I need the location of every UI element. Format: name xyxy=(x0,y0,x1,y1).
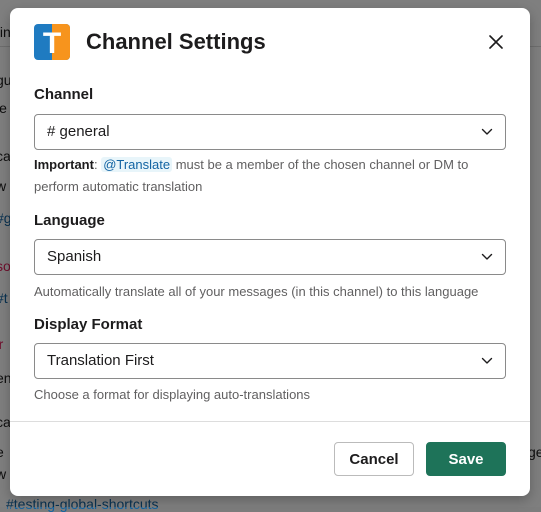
display-format-hint: Choose a format for displaying auto-tran… xyxy=(34,387,311,402)
language-hint: Automatically translate all of your mess… xyxy=(34,284,479,299)
modal-header: T Channel Settings xyxy=(10,8,530,76)
chevron-down-icon xyxy=(481,253,493,260)
close-icon xyxy=(489,35,503,49)
footer-divider xyxy=(10,421,530,422)
language-select[interactable]: Spanish xyxy=(34,239,506,275)
display-format-select[interactable]: Translation First xyxy=(34,343,506,379)
save-button[interactable]: Save xyxy=(426,442,506,476)
cancel-button[interactable]: Cancel xyxy=(334,442,414,476)
logo-letter: T xyxy=(43,27,61,60)
close-button[interactable] xyxy=(482,28,510,56)
channel-settings-modal: T Channel Settings Channel # general Imp… xyxy=(10,8,530,496)
display-format-label: Display Format xyxy=(34,316,143,333)
language-select-value: Spanish xyxy=(47,248,102,265)
channel-hint: Important: @Translate must be a member o… xyxy=(34,154,506,198)
modal-title: Channel Settings xyxy=(86,29,266,54)
chevron-down-icon xyxy=(481,128,493,135)
chevron-down-icon xyxy=(481,357,493,364)
language-label: Language xyxy=(34,212,105,229)
display-format-select-value: Translation First xyxy=(47,352,154,369)
translate-mention[interactable]: @Translate xyxy=(101,157,173,172)
channel-select-value: # general xyxy=(47,123,110,140)
translate-app-logo: T xyxy=(34,24,70,60)
channel-label: Channel xyxy=(34,86,94,103)
channel-select[interactable]: # general xyxy=(34,114,506,150)
important-label: Important xyxy=(34,157,94,172)
